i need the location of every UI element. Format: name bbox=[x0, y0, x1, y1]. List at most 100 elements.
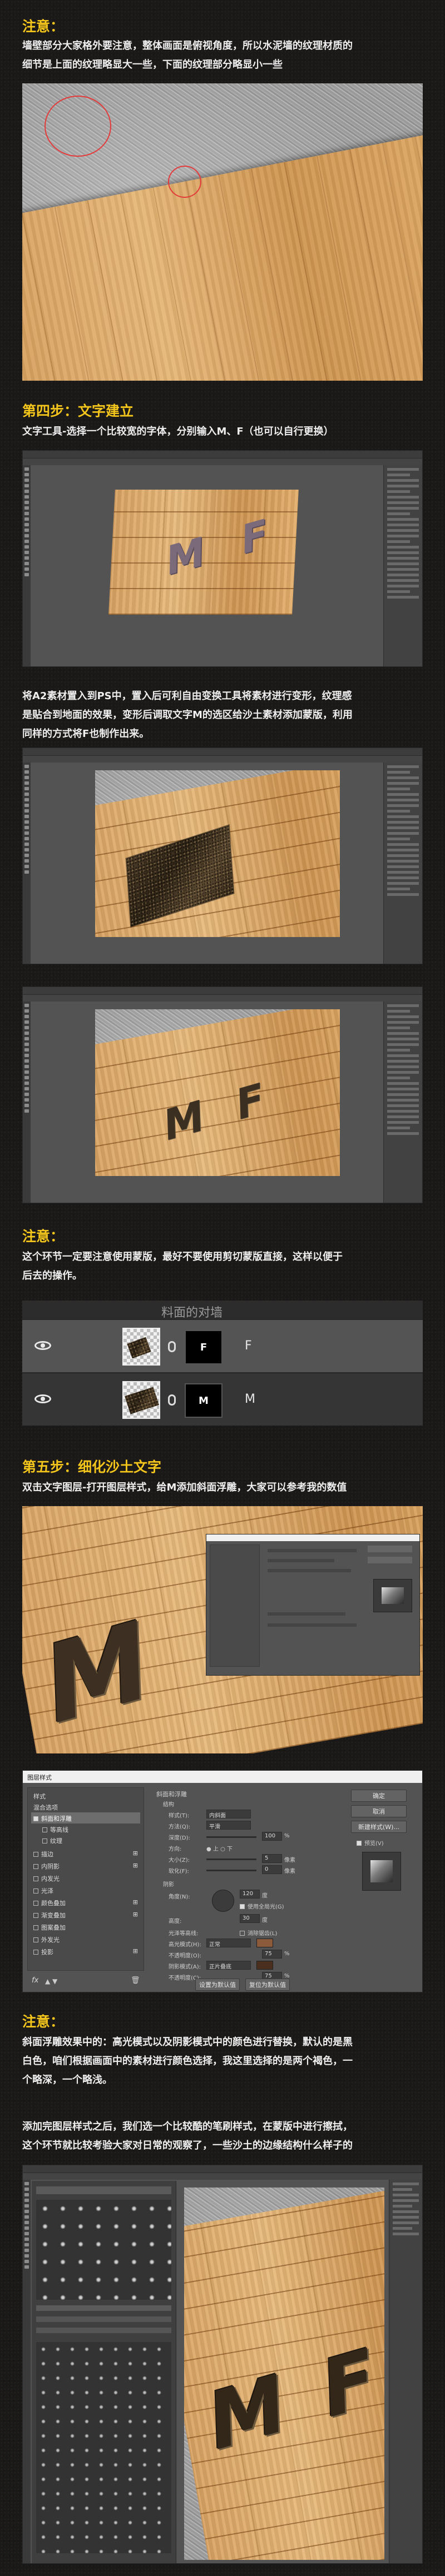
style-item-bevel[interactable]: 斜面和浮雕 bbox=[31, 1812, 140, 1823]
toolbox[interactable] bbox=[23, 2180, 31, 2563]
style-item-inner-shadow[interactable]: 内阴影 ⊞ bbox=[31, 1860, 140, 1871]
checkbox-icon[interactable] bbox=[33, 1925, 38, 1930]
select-highlight-mode[interactable]: 正常 bbox=[206, 1939, 251, 1948]
brush-presets-panel[interactable] bbox=[32, 2181, 176, 2563]
checkbox-icon[interactable] bbox=[33, 1901, 38, 1906]
style-item-inner-glow[interactable]: 内发光 bbox=[31, 1872, 140, 1884]
checkbox-icon[interactable] bbox=[240, 1931, 245, 1936]
style-item-outer-glow[interactable]: 外发光 bbox=[31, 1934, 140, 1945]
slider-depth[interactable] bbox=[206, 1836, 256, 1838]
checkbox-icon[interactable] bbox=[33, 1852, 38, 1857]
slider-size[interactable] bbox=[206, 1858, 256, 1860]
input-highlight-opacity[interactable]: 75 bbox=[262, 1950, 282, 1959]
checkbox-icon[interactable] bbox=[33, 1937, 38, 1942]
select-shadow-mode[interactable]: 正片叠底 bbox=[206, 1961, 251, 1970]
highlight-color-swatch[interactable] bbox=[256, 1939, 273, 1947]
visibility-eye-icon[interactable] bbox=[34, 1341, 51, 1350]
layer-name[interactable]: F bbox=[245, 1339, 252, 1353]
layers-panel[interactable] bbox=[383, 1001, 422, 1203]
layer-style-dialog: 图层样式 样式 混合选项 斜面和浮雕 等高线 纹理 描边 ⊞ 内阴影 ⊞ 内发光 光… bbox=[22, 1770, 423, 1992]
style-item-pattern-overlay[interactable]: 图案叠加 bbox=[31, 1921, 140, 1932]
input-size[interactable]: 5 bbox=[262, 1854, 282, 1863]
label-style: 样式(T): bbox=[169, 1813, 190, 1819]
toolbox[interactable] bbox=[23, 465, 31, 666]
fx-icon[interactable]: fx bbox=[32, 1976, 38, 1985]
style-item-color-overlay-label: 颜色叠加 bbox=[41, 1900, 66, 1907]
label-highlight-opacity: 不透明度(O): bbox=[169, 1953, 202, 1959]
style-item-pattern-overlay-label: 图案叠加 bbox=[41, 1924, 66, 1931]
radio-direction[interactable]: ● 上 ○ 下 bbox=[206, 1844, 233, 1852]
style-item-gradient-overlay[interactable]: 渐变叠加 ⊞ bbox=[31, 1909, 140, 1920]
note-text-3: 斜面浮雕效果中的：高光模式以及阴影模式中的颜色进行替换，默认的是黑 白色，咱们根… bbox=[22, 2033, 434, 2090]
checkbox-icon[interactable] bbox=[33, 1876, 38, 1881]
shadow-color-swatch[interactable] bbox=[256, 1961, 273, 1970]
style-item-styles[interactable]: 样式 bbox=[31, 1790, 140, 1801]
input-depth[interactable]: 100 bbox=[262, 1832, 282, 1841]
toolbox[interactable] bbox=[23, 763, 31, 964]
layers-panel-closeup: 料面的对墙 F F M M bbox=[22, 1301, 423, 1426]
global-light-checkbox[interactable]: 使用全局光(G) bbox=[240, 1902, 284, 1910]
layer-mask-thumbnail[interactable]: F bbox=[185, 1330, 222, 1364]
step4-heading: 第四步：文字建立 bbox=[22, 403, 134, 419]
input-altitude[interactable]: 30 bbox=[240, 1914, 260, 1923]
step5-text-2-line-1: 添加完图层样式之后，我们选一个比较酷的笔刷样式，在蒙版中进行擦拭， bbox=[22, 2121, 353, 2132]
make-default-button[interactable]: 设置为默认值 bbox=[195, 1979, 240, 1991]
input-angle[interactable]: 120 bbox=[240, 1890, 260, 1899]
unit-highlight-opacity: % bbox=[284, 1951, 290, 1957]
style-item-texture[interactable]: 纹理 bbox=[31, 1835, 140, 1846]
preview-checkbox[interactable]: 预览(V) bbox=[357, 1838, 384, 1847]
checkbox-icon[interactable] bbox=[33, 1889, 38, 1894]
layer-row-m[interactable]: M M bbox=[22, 1373, 423, 1426]
menu-bar bbox=[23, 748, 422, 756]
layer-style-dialog-small bbox=[206, 1534, 420, 1676]
style-item-color-overlay[interactable]: 颜色叠加 ⊞ bbox=[31, 1897, 140, 1908]
checkbox-icon[interactable] bbox=[33, 1913, 38, 1918]
checkbox-icon[interactable] bbox=[42, 1838, 47, 1843]
ok-button[interactable]: 确定 bbox=[351, 1790, 407, 1802]
checkbox-icon[interactable] bbox=[357, 1841, 362, 1846]
new-style-button[interactable]: 新建样式(W)... bbox=[351, 1821, 407, 1833]
chain-link-icon[interactable] bbox=[168, 1394, 176, 1406]
step4-text-2-line-2: 是贴合到地面的效果，变形后调取文字M的选区给沙土素材添加蒙版，利用 bbox=[22, 709, 353, 721]
step5-heading: 第五步：细化沙土文字 bbox=[22, 1459, 162, 1475]
chain-link-icon[interactable] bbox=[168, 1341, 176, 1352]
layer-mask-thumbnail[interactable]: M bbox=[185, 1383, 222, 1418]
right-panel[interactable] bbox=[389, 2180, 422, 2563]
checkbox-icon[interactable] bbox=[240, 1904, 245, 1909]
style-item-satin[interactable]: 光泽 bbox=[31, 1885, 140, 1896]
angle-dial[interactable] bbox=[212, 1890, 234, 1912]
slider-soften[interactable] bbox=[206, 1870, 256, 1871]
arrow-up-down-icon[interactable]: ▲ ▼ bbox=[45, 1977, 57, 1985]
cancel-button[interactable]: 取消 bbox=[351, 1805, 407, 1817]
checkbox-icon[interactable] bbox=[33, 1950, 38, 1955]
style-item-outer-glow-label: 外发光 bbox=[41, 1936, 60, 1944]
layer-row-f[interactable]: F F bbox=[22, 1319, 423, 1372]
menu-bar bbox=[23, 987, 422, 995]
style-item-satin-label: 光泽 bbox=[41, 1887, 53, 1895]
note-text-2-line-2: 后去的操作。 bbox=[22, 1270, 82, 1282]
checkbox-icon[interactable] bbox=[42, 1827, 47, 1832]
toolbox[interactable] bbox=[23, 1001, 31, 1203]
photoshop-window-3: M F bbox=[22, 986, 423, 1203]
select-method[interactable]: 平滑 bbox=[206, 1821, 251, 1830]
style-item-contour[interactable]: 等高线 bbox=[31, 1823, 140, 1835]
checkbox-icon[interactable] bbox=[33, 1864, 38, 1869]
style-item-blending[interactable]: 混合选项 bbox=[31, 1801, 140, 1812]
anti-alias-checkbox[interactable]: 消除锯齿(L) bbox=[240, 1929, 277, 1937]
photoshop-window-brush: M F bbox=[22, 2165, 423, 2564]
layers-panel[interactable] bbox=[383, 763, 422, 964]
highlight-circle-large bbox=[44, 96, 111, 157]
layers-panel[interactable] bbox=[383, 465, 422, 666]
reset-default-button[interactable]: 复位为默认值 bbox=[245, 1979, 290, 1991]
style-item-drop-shadow[interactable]: 投影 ⊞ bbox=[31, 1946, 140, 1957]
layer-name[interactable]: M bbox=[245, 1392, 255, 1406]
visibility-eye-icon[interactable] bbox=[34, 1394, 51, 1403]
style-item-stroke[interactable]: 描边 ⊞ bbox=[31, 1848, 140, 1859]
trash-icon[interactable]: 🗑 bbox=[131, 1976, 140, 1985]
select-style[interactable]: 内斜面 bbox=[206, 1810, 251, 1819]
checkbox-icon[interactable] bbox=[33, 1816, 38, 1821]
input-soften[interactable]: 0 bbox=[262, 1865, 282, 1874]
style-item-inner-shadow-label: 内阴影 bbox=[41, 1863, 60, 1870]
canvas-2 bbox=[95, 770, 340, 937]
structure-title: 结构 bbox=[163, 1802, 174, 1808]
